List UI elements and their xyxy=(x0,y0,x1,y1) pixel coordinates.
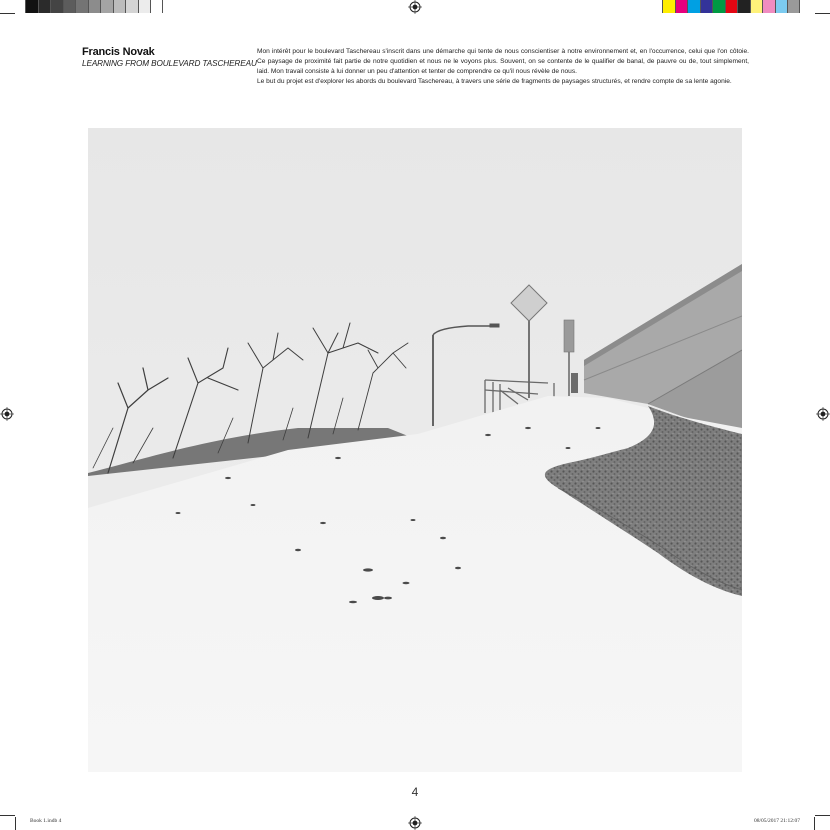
color-swatch xyxy=(674,0,687,13)
registration-mark-icon xyxy=(408,0,422,14)
print-slug-filename: Book 1.indb 4 xyxy=(30,818,62,824)
color-swatch xyxy=(787,0,800,13)
registration-mark-icon xyxy=(816,407,830,421)
registration-mark-icon xyxy=(0,407,14,421)
gray-swatch xyxy=(62,0,75,13)
crop-mark xyxy=(814,817,815,830)
gray-swatch xyxy=(112,0,125,13)
gray-swatch xyxy=(75,0,88,13)
gray-swatch xyxy=(100,0,113,13)
gray-swatch xyxy=(125,0,138,13)
author-name: Francis Novak xyxy=(82,46,155,58)
statement-paragraph: Le but du projet est d'explorer les abor… xyxy=(257,78,732,86)
gray-swatch xyxy=(87,0,100,13)
crop-mark xyxy=(0,815,15,816)
statement-paragraph: Mon intérêt pour le boulevard Taschereau… xyxy=(257,48,749,76)
grayscale-calibration-bar xyxy=(25,0,163,13)
crop-mark xyxy=(0,13,15,14)
print-slug-timestamp: 08/05/2017 21:12:07 xyxy=(754,818,800,824)
artist-statement: Mon intérêt pour le boulevard Taschereau… xyxy=(257,47,749,87)
color-swatch xyxy=(662,0,675,13)
snowy-embankment-photograph xyxy=(88,128,742,772)
gray-swatch xyxy=(137,0,150,13)
gray-swatch xyxy=(150,0,163,13)
color-swatch xyxy=(749,0,762,13)
color-swatch xyxy=(687,0,700,13)
registration-mark-icon xyxy=(408,816,422,830)
crop-mark xyxy=(815,13,830,14)
page-number: 4 xyxy=(411,785,419,799)
color-swatch xyxy=(712,0,725,13)
crop-mark xyxy=(15,817,16,830)
crop-mark xyxy=(815,815,830,816)
series-title: LEARNING FROM BOULEVARD TASCHEREAU xyxy=(82,59,257,68)
color-swatch xyxy=(737,0,750,13)
color-swatch xyxy=(724,0,737,13)
color-swatch xyxy=(762,0,775,13)
color-swatch xyxy=(699,0,712,13)
color-swatch xyxy=(774,0,787,13)
gray-swatch xyxy=(25,0,38,13)
gray-swatch xyxy=(50,0,63,13)
color-calibration-bar xyxy=(662,0,800,13)
gray-swatch xyxy=(37,0,50,13)
